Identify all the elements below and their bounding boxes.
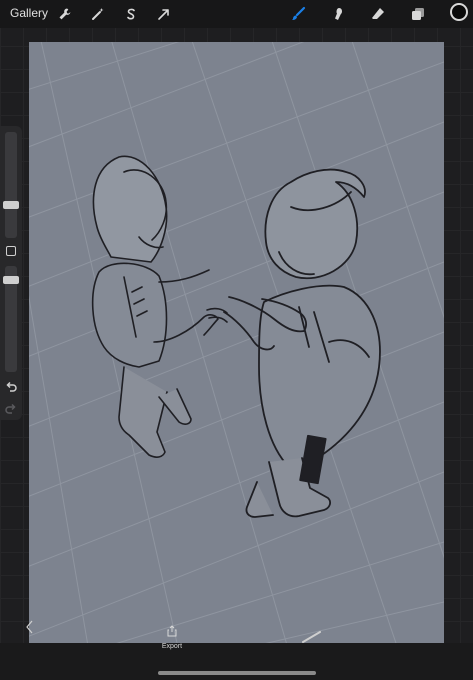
redo-arrow-icon[interactable] [4, 402, 18, 416]
brush-size-handle[interactable] [3, 201, 19, 209]
left-figure [91, 155, 228, 458]
apple-pencil-icon [302, 630, 322, 648]
top-toolbar: Gallery [0, 0, 473, 28]
eraser-icon[interactable] [367, 3, 389, 25]
opacity-handle[interactable] [3, 276, 19, 284]
undo-arrow-icon[interactable] [4, 380, 18, 394]
smudge-icon[interactable] [327, 3, 349, 25]
right-figure [223, 168, 381, 518]
layers-icon[interactable] [407, 3, 429, 25]
home-indicator[interactable] [158, 671, 316, 675]
brush-sidebar [0, 126, 22, 420]
square-modify-icon[interactable] [6, 246, 16, 256]
share-icon [166, 624, 178, 642]
perspective-grid [29, 42, 444, 643]
sketch-artwork [29, 42, 444, 643]
export-button[interactable]: Export [160, 624, 184, 650]
selection-s-icon[interactable] [121, 4, 141, 24]
brush-size-slider[interactable] [5, 132, 17, 238]
drawing-canvas[interactable] [29, 42, 444, 643]
chevron-left-icon[interactable] [26, 620, 34, 639]
export-label: Export [161, 643, 183, 650]
adjustments-wand-icon[interactable] [88, 4, 108, 24]
color-picker-swatch[interactable] [450, 3, 468, 21]
gallery-button[interactable]: Gallery [10, 6, 48, 20]
transform-arrow-icon[interactable] [154, 4, 174, 24]
brush-icon[interactable] [287, 3, 309, 25]
actions-wrench-icon[interactable] [55, 4, 75, 24]
